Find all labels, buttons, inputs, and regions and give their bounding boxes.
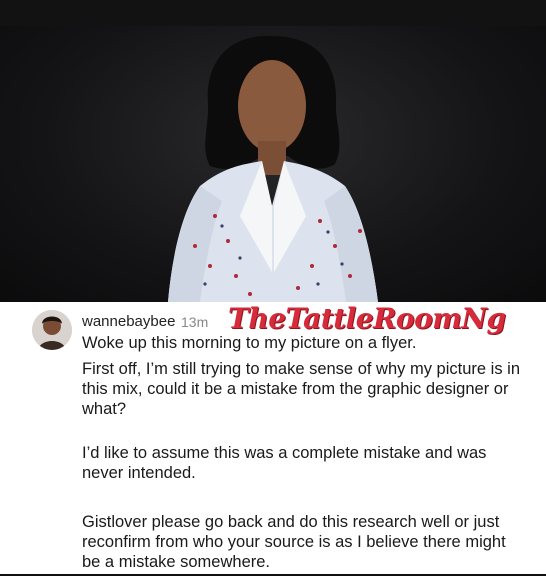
watermark: TheTattleRoomNg bbox=[228, 302, 506, 335]
woman-in-sequin-blazer-image bbox=[168, 35, 378, 302]
comment-paragraph-2: First off, I’m still trying to make sens… bbox=[82, 360, 520, 418]
avatar[interactable] bbox=[32, 310, 72, 350]
timestamp: 13m bbox=[181, 314, 209, 330]
avatar-image bbox=[32, 310, 72, 350]
comment-card: wannebaybee 13m TheTattleRoomNg Woke up … bbox=[0, 302, 546, 576]
comment-paragraph-1: Woke up this morning to my picture on a … bbox=[82, 334, 417, 352]
username-link[interactable]: wannebaybee bbox=[82, 313, 175, 330]
post-photo bbox=[0, 26, 546, 302]
top-bar bbox=[0, 0, 546, 26]
comment-paragraph-4: Gistlover please go back and do this res… bbox=[82, 513, 506, 571]
comment-paragraph-3: I’d like to assume this was a complete m… bbox=[82, 444, 487, 482]
